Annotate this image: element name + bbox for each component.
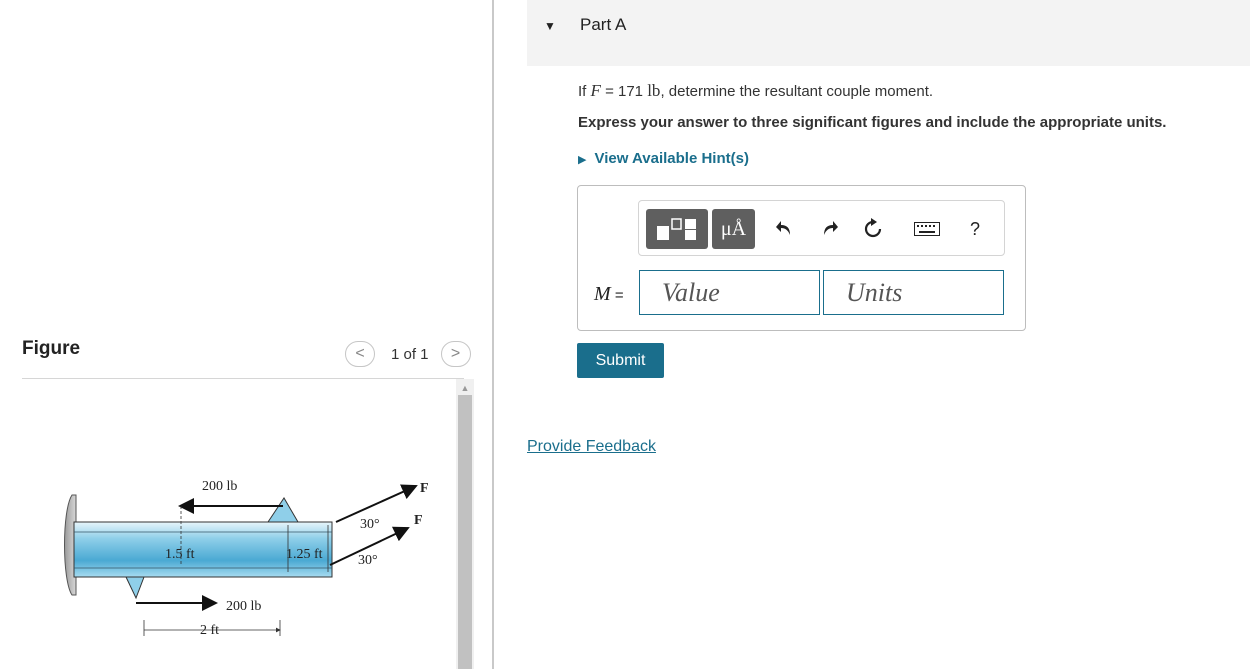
pane-divider[interactable]	[492, 0, 494, 669]
reset-icon[interactable]	[855, 209, 891, 249]
next-figure-button[interactable]: >	[440, 341, 471, 367]
value-input[interactable]	[639, 270, 820, 315]
part-header[interactable]	[527, 0, 1250, 66]
answer-label: M =	[594, 283, 624, 305]
figure-divider	[22, 378, 464, 379]
figure-pager: < 1 of 1 >	[345, 341, 471, 367]
figure-title: Figure	[22, 338, 81, 359]
undo-icon[interactable]	[767, 209, 803, 249]
scroll-thumb[interactable]	[458, 395, 472, 669]
figure-scrollbar[interactable]: ▲	[456, 379, 474, 669]
beam-figure: 200 lb 200 lb 1.5 ft 1.25 ft 2 ft 30° 30…	[64, 479, 429, 638]
top-bracket	[267, 497, 299, 523]
f-top-label: F	[420, 481, 429, 496]
part-title: Part A	[580, 15, 627, 34]
chevron-left-icon: <	[355, 345, 365, 362]
figure-pane: Figure < 1 of 1 > 200 lb 200 lb 1.5 ft 1…	[0, 0, 493, 669]
math-toolbar: μÅ ?	[638, 200, 1005, 256]
force-bottom-label: 200 lb	[226, 599, 261, 614]
answer-box: μÅ ? M =	[577, 185, 1026, 331]
submit-button[interactable]: Submit	[577, 343, 664, 378]
templates-button[interactable]	[646, 209, 708, 249]
templates-icon	[657, 218, 696, 240]
provide-feedback-link[interactable]: Provide Feedback	[527, 438, 656, 456]
view-hints-link[interactable]: ▶ View Available Hint(s)	[578, 150, 749, 167]
units-input[interactable]	[823, 270, 1004, 315]
prev-figure-button[interactable]: <	[345, 341, 375, 367]
question-text: If F = 171 lb, determine the resultant c…	[578, 81, 934, 100]
keyboard-icon[interactable]	[909, 209, 945, 249]
force-top-label: 200 lb	[202, 479, 237, 494]
chevron-right-icon: >	[450, 345, 461, 362]
bottom-bracket	[125, 576, 145, 600]
f-bottom-label: F	[414, 513, 423, 528]
dim-right-label: 1.25 ft	[286, 547, 323, 562]
instruction-text: Express your answer to three significant…	[578, 114, 1167, 131]
scroll-up-icon[interactable]: ▲	[456, 382, 474, 394]
help-icon[interactable]: ?	[957, 209, 993, 249]
angle-top-label: 30°	[360, 517, 380, 532]
dim-bottom-label: 2 ft	[200, 623, 219, 638]
angle-bottom-label: 30°	[358, 553, 378, 568]
redo-icon[interactable]	[811, 209, 847, 249]
pager-count: 1 of 1	[391, 345, 429, 363]
app-root: Figure < 1 of 1 > 200 lb 200 lb 1.5 ft 1…	[0, 0, 1250, 669]
units-button[interactable]: μÅ	[712, 209, 755, 249]
dim-left-label: 1.5 ft	[165, 547, 195, 562]
caret-right-icon: ▶	[578, 154, 587, 166]
caret-down-icon[interactable]: ▼	[544, 19, 556, 33]
